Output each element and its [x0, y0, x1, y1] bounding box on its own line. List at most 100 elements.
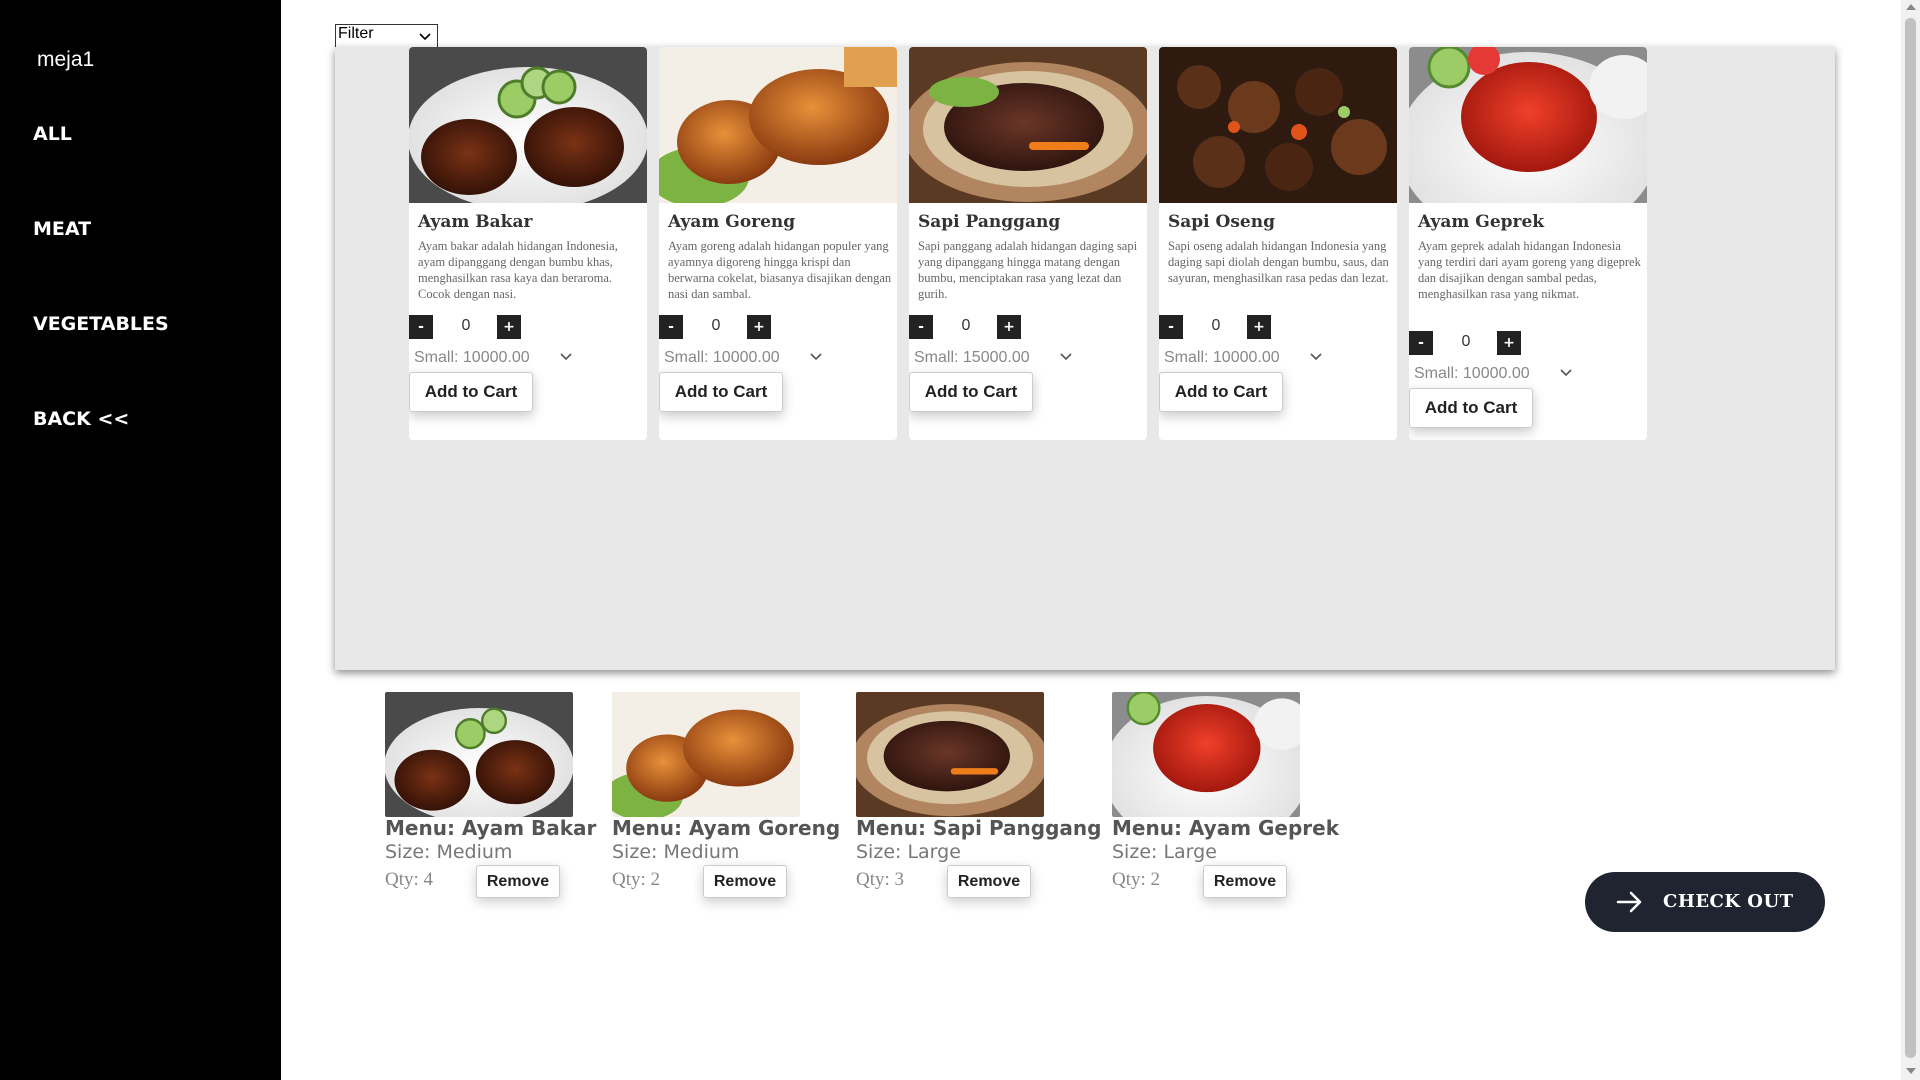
chevron-down-icon [810, 353, 822, 361]
food-image [659, 47, 897, 203]
size-selected: Small: 15000.00 [914, 349, 1030, 366]
cart-item-image [612, 692, 800, 817]
scroll-up-icon[interactable] [1906, 4, 1916, 10]
chevron-down-icon [1310, 353, 1322, 361]
add-to-cart-button[interactable]: Add to Cart [1159, 372, 1283, 412]
cart-item-menu: Menu: Ayam Geprek [1112, 816, 1340, 840]
checkout-button[interactable]: CHECK OUT [1585, 872, 1825, 932]
cart-item-image [856, 692, 1044, 817]
size-select[interactable]: Small: 10000.00 [414, 347, 614, 367]
cart-item-menu: Menu: Sapi Panggang [856, 816, 1102, 840]
add-to-cart-button[interactable]: Add to Cart [909, 372, 1033, 412]
scrollbar[interactable] [1901, 0, 1920, 1080]
nav-item-all[interactable]: ALL [33, 123, 72, 145]
size-select[interactable]: Small: 15000.00 [914, 347, 1114, 367]
decrease-button[interactable]: - [909, 315, 933, 339]
increase-button[interactable]: + [1497, 331, 1521, 355]
quantity-stepper: - 0 + [659, 315, 897, 339]
cart-item-image [385, 692, 573, 817]
add-to-cart-button[interactable]: Add to Cart [659, 372, 783, 412]
cart-item-menu: Menu: Ayam Goreng [612, 816, 841, 840]
menu-card: Sapi Panggang Sapi panggang adalah hidan… [909, 47, 1147, 440]
cart-item: Menu: Ayam Bakar Size: Medium Qty: 4 Rem… [385, 692, 625, 898]
quantity-value: 0 [1461, 333, 1471, 350]
increase-button[interactable]: + [497, 315, 521, 339]
size-selected: Small: 10000.00 [1164, 349, 1280, 366]
menu-card: Ayam Goreng Ayam goreng adalah hidangan … [659, 47, 897, 440]
food-image [1159, 47, 1397, 203]
increase-button[interactable]: + [747, 315, 771, 339]
remove-button[interactable]: Remove [947, 865, 1031, 898]
menu-card: Sapi Oseng Sapi oseng adalah hidangan In… [1159, 47, 1397, 440]
cart-item-qty: Qty: 2 [612, 869, 661, 890]
card-title: Sapi Panggang [918, 212, 1061, 232]
cart-item-menu: Menu: Ayam Bakar [385, 816, 597, 840]
remove-button[interactable]: Remove [476, 865, 560, 898]
quantity-value: 0 [961, 317, 971, 334]
quantity-value: 0 [461, 317, 471, 334]
card-description: Ayam geprek adalah hidangan Indonesia ya… [1418, 239, 1641, 301]
cart-item-size: Size: Large [1112, 841, 1217, 863]
scroll-down-icon[interactable] [1906, 1068, 1916, 1074]
nav-item-meat[interactable]: MEAT [33, 218, 91, 240]
chevron-down-icon [560, 353, 572, 361]
cart-item: Menu: Ayam Goreng Size: Medium Qty: 2 Re… [612, 692, 852, 898]
cart-item: Menu: Sapi Panggang Size: Large Qty: 3 R… [856, 692, 1101, 898]
card-title: Sapi Oseng [1168, 212, 1275, 232]
cart-item-size: Size: Medium [385, 841, 513, 863]
food-image [909, 47, 1147, 203]
decrease-button[interactable]: - [659, 315, 683, 339]
chevron-down-icon [419, 33, 431, 41]
size-selected: Small: 10000.00 [664, 349, 780, 366]
cart-item-size: Size: Medium [612, 841, 740, 863]
menu-card: Ayam Geprek Ayam geprek adalah hidangan … [1409, 47, 1647, 440]
size-select[interactable]: Small: 10000.00 [1164, 347, 1364, 367]
card-title: Ayam Bakar [418, 212, 533, 232]
add-to-cart-button[interactable]: Add to Cart [1409, 388, 1533, 428]
cart-item: Menu: Ayam Geprek Size: Large Qty: 2 Rem… [1112, 692, 1352, 898]
chevron-down-icon [1060, 353, 1072, 361]
increase-button[interactable]: + [997, 315, 1021, 339]
remove-button[interactable]: Remove [1203, 865, 1287, 898]
scroll-thumb[interactable] [1905, 18, 1916, 1058]
decrease-button[interactable]: - [1159, 315, 1183, 339]
nav-item-back[interactable]: BACK << [33, 408, 129, 430]
food-image [1409, 47, 1647, 203]
cart-item-image [1112, 692, 1300, 817]
quantity-stepper: - 0 + [1409, 331, 1647, 355]
food-image [409, 47, 647, 203]
card-description: Ayam goreng adalah hidangan populer yang… [668, 239, 892, 301]
checkout-label: CHECK OUT [1663, 891, 1794, 912]
cart-item-qty: Qty: 2 [1112, 869, 1161, 890]
table-name: meja1 [37, 48, 95, 71]
menu-card: Ayam Bakar Ayam bakar adalah hidangan In… [409, 47, 647, 440]
chevron-down-icon [1560, 369, 1572, 377]
card-description: Sapi panggang adalah hidangan daging sap… [918, 239, 1138, 301]
filter-dropdown[interactable]: Filter [335, 24, 438, 49]
card-description: Sapi oseng adalah hidangan Indonesia yan… [1168, 239, 1389, 285]
card-description: Ayam bakar adalah hidangan Indonesia, ay… [418, 239, 618, 301]
size-select[interactable]: Small: 10000.00 [1414, 363, 1614, 383]
cart-item-size: Size: Large [856, 841, 961, 863]
remove-button[interactable]: Remove [703, 865, 787, 898]
cart-item-qty: Qty: 4 [385, 869, 434, 890]
menu-panel: Ayam Bakar Ayam bakar adalah hidangan In… [335, 47, 1835, 670]
quantity-value: 0 [711, 317, 721, 334]
arrow-right-icon [1616, 891, 1642, 913]
quantity-stepper: - 0 + [1159, 315, 1397, 339]
card-title: Ayam Goreng [668, 212, 796, 232]
quantity-stepper: - 0 + [409, 315, 647, 339]
cart-item-qty: Qty: 3 [856, 869, 905, 890]
card-title: Ayam Geprek [1418, 212, 1545, 232]
add-to-cart-button[interactable]: Add to Cart [409, 372, 533, 412]
sidebar: meja1 ALL MEAT VEGETABLES BACK << [0, 0, 281, 1080]
size-selected: Small: 10000.00 [414, 349, 530, 366]
size-selected: Small: 10000.00 [1414, 365, 1530, 382]
nav-item-vegetables[interactable]: VEGETABLES [33, 313, 169, 335]
filter-selected: Filter [338, 25, 374, 42]
size-select[interactable]: Small: 10000.00 [664, 347, 864, 367]
decrease-button[interactable]: - [409, 315, 433, 339]
decrease-button[interactable]: - [1409, 331, 1433, 355]
increase-button[interactable]: + [1247, 315, 1271, 339]
quantity-stepper: - 0 + [909, 315, 1147, 339]
